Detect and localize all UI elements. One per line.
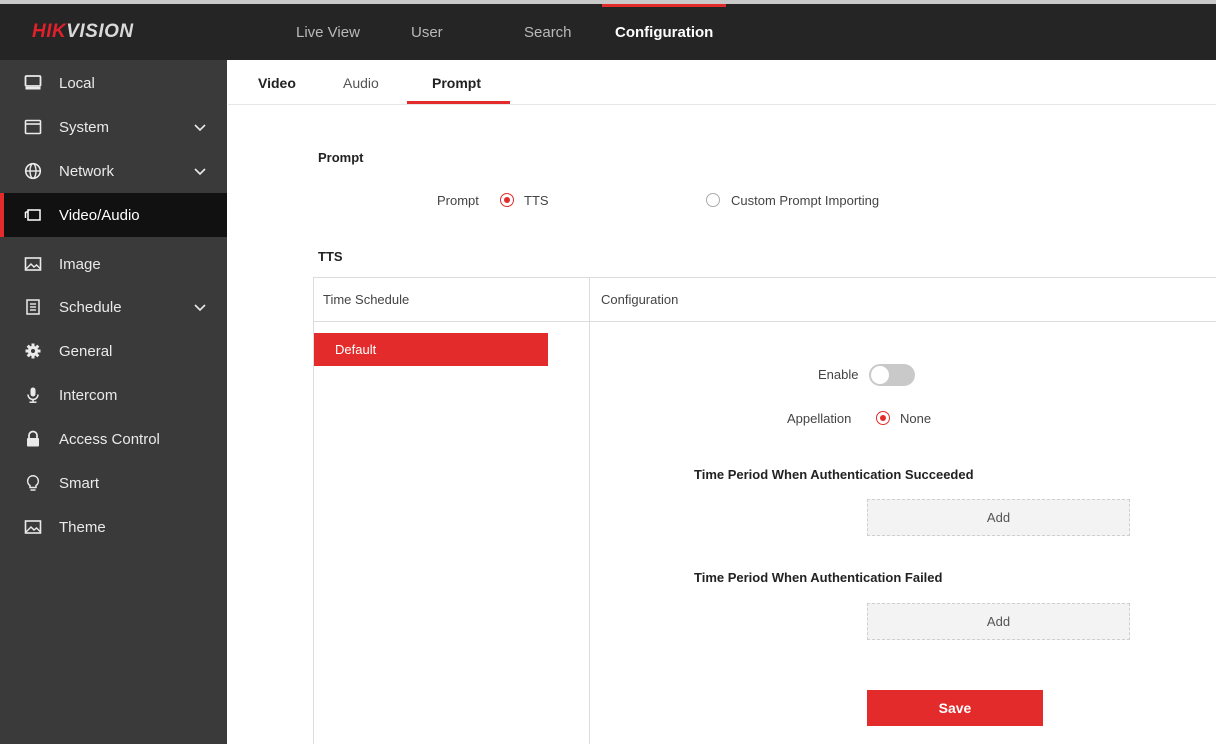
toggle-knob <box>871 366 889 384</box>
nav-search[interactable]: Search <box>524 24 572 41</box>
sidebar-item-label: Image <box>59 256 101 273</box>
hikvision-logo: HIKVISION <box>32 21 134 42</box>
schedule-item-label: Default <box>335 342 377 357</box>
appellation-label: Appellation <box>787 411 852 426</box>
sidebar-item-label: General <box>59 343 113 360</box>
chevron-down-icon <box>193 301 207 315</box>
add-success-period-button[interactable]: Add <box>867 499 1130 536</box>
active-indicator <box>0 193 4 237</box>
sidebar-item-label: Intercom <box>59 387 118 404</box>
save-button[interactable]: Save <box>867 690 1043 726</box>
sidebar-item-access-control[interactable]: Access Control <box>0 417 227 461</box>
sidebar-item-image[interactable]: Image <box>0 242 227 286</box>
radio-appellation-none-label: None <box>900 411 932 426</box>
chevron-down-icon <box>193 165 207 179</box>
image-icon <box>24 255 42 273</box>
column-header-configuration: Configuration <box>601 292 679 307</box>
tts-table-header <box>313 277 1216 322</box>
nav-configuration[interactable]: Configuration <box>615 24 713 41</box>
prompt-section-title: Prompt <box>318 150 364 165</box>
calendar-icon <box>24 298 42 316</box>
add-failed-period-button[interactable]: Add <box>867 603 1130 640</box>
column-header-time-schedule: Time Schedule <box>323 292 410 307</box>
chevron-down-icon <box>193 121 207 135</box>
sidebar-item-network[interactable]: Network <box>0 149 227 193</box>
enable-toggle[interactable] <box>869 364 915 386</box>
sidebar-item-label: Local <box>59 75 95 92</box>
camera-icon <box>24 206 42 224</box>
tab-prompt[interactable]: Prompt <box>432 75 481 91</box>
sidebar-item-local[interactable]: Local <box>0 61 227 105</box>
sidebar: Local System Network Video/Audio Image S… <box>0 60 227 744</box>
sidebar-item-schedule[interactable]: Schedule <box>0 285 227 329</box>
sidebar-item-intercom[interactable]: Intercom <box>0 373 227 417</box>
tts-section-title: TTS <box>318 249 343 264</box>
sidebar-item-label: Access Control <box>59 431 160 448</box>
radio-tts-label: TTS <box>524 193 549 208</box>
schedule-item-default[interactable]: Default <box>314 333 548 366</box>
sidebar-item-smart[interactable]: Smart <box>0 461 227 505</box>
sidebar-item-general[interactable]: General <box>0 329 227 373</box>
enable-label: Enable <box>818 367 859 382</box>
failed-period-title: Time Period When Authentication Failed <box>694 570 943 585</box>
sidebar-item-label: Network <box>59 163 115 180</box>
tab-bar-divider <box>228 104 1216 105</box>
globe-icon <box>24 162 42 180</box>
gear-icon <box>24 342 42 360</box>
sidebar-item-label: Theme <box>59 519 106 536</box>
radio-tts[interactable] <box>500 193 514 207</box>
sidebar-item-label: System <box>59 119 110 136</box>
radio-custom-prompt[interactable] <box>706 193 720 207</box>
radio-appellation-none[interactable] <box>876 411 890 425</box>
sidebar-item-system[interactable]: System <box>0 105 227 149</box>
lock-icon <box>24 430 42 448</box>
tab-video[interactable]: Video <box>258 75 296 91</box>
monitor-icon <box>24 74 42 92</box>
prompt-label: Prompt <box>437 193 479 208</box>
success-period-title: Time Period When Authentication Succeede… <box>694 467 974 482</box>
window-icon <box>24 118 42 136</box>
image-icon <box>24 518 42 536</box>
nav-user[interactable]: User <box>411 24 443 41</box>
microphone-icon <box>24 386 42 404</box>
radio-custom-prompt-label: Custom Prompt Importing <box>731 193 880 208</box>
nav-active-indicator <box>602 4 726 7</box>
sidebar-item-video-audio[interactable]: Video/Audio <box>0 193 227 237</box>
sidebar-item-label: Video/Audio <box>59 207 140 224</box>
sidebar-item-theme[interactable]: Theme <box>0 505 227 549</box>
tts-column-divider <box>589 277 590 744</box>
sidebar-item-label: Schedule <box>59 299 122 316</box>
nav-live-view[interactable]: Live View <box>296 24 360 41</box>
sidebar-item-label: Smart <box>59 475 100 492</box>
top-bar: HIKVISION Live View User Search Configur… <box>0 0 1216 60</box>
tab-audio[interactable]: Audio <box>343 75 379 91</box>
bulb-icon <box>24 474 42 492</box>
tab-active-indicator <box>407 101 510 104</box>
